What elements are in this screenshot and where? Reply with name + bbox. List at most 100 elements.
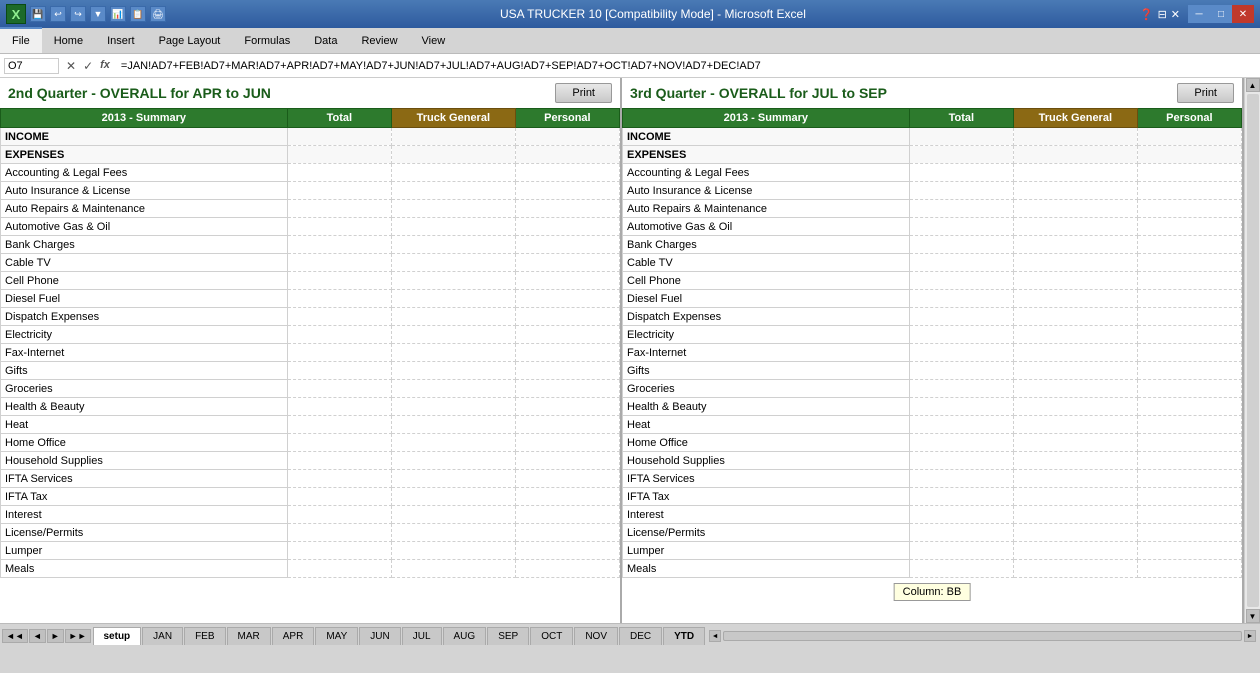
value-cell[interactable]: [1137, 164, 1241, 182]
value-cell[interactable]: [515, 200, 619, 218]
value-cell[interactable]: [1013, 164, 1137, 182]
value-cell[interactable]: [515, 218, 619, 236]
value-cell[interactable]: [1013, 200, 1137, 218]
value-cell[interactable]: [287, 542, 391, 560]
value-cell[interactable]: [515, 146, 619, 164]
sheet-tab-dec[interactable]: DEC: [619, 627, 662, 645]
quick-access-save[interactable]: 💾: [30, 6, 46, 22]
value-cell[interactable]: [909, 146, 1013, 164]
value-cell[interactable]: [515, 380, 619, 398]
sheet-tab-mar[interactable]: MAR: [227, 627, 271, 645]
value-cell[interactable]: [909, 164, 1013, 182]
value-cell[interactable]: [1137, 218, 1241, 236]
quarter-3-print-btn[interactable]: Print: [1177, 83, 1234, 103]
value-cell[interactable]: [909, 542, 1013, 560]
value-cell[interactable]: [515, 236, 619, 254]
help-icon[interactable]: ❓: [1140, 8, 1154, 21]
value-cell[interactable]: [515, 506, 619, 524]
value-cell[interactable]: [1013, 272, 1137, 290]
value-cell[interactable]: [1013, 128, 1137, 146]
value-cell[interactable]: [287, 470, 391, 488]
value-cell[interactable]: [515, 398, 619, 416]
value-cell[interactable]: [391, 128, 515, 146]
value-cell[interactable]: [391, 326, 515, 344]
value-cell[interactable]: [1013, 398, 1137, 416]
tab-data[interactable]: Data: [302, 28, 349, 53]
value-cell[interactable]: [391, 434, 515, 452]
formula-fx-btn[interactable]: fx: [97, 59, 113, 73]
value-cell[interactable]: [1013, 146, 1137, 164]
value-cell[interactable]: [287, 272, 391, 290]
value-cell[interactable]: [1013, 416, 1137, 434]
value-cell[interactable]: [391, 164, 515, 182]
value-cell[interactable]: [391, 200, 515, 218]
value-cell[interactable]: [1013, 560, 1137, 578]
value-cell[interactable]: [1013, 290, 1137, 308]
sheet-tab-oct[interactable]: OCT: [530, 627, 573, 645]
value-cell[interactable]: [391, 308, 515, 326]
value-cell[interactable]: [515, 470, 619, 488]
value-cell[interactable]: [391, 146, 515, 164]
value-cell[interactable]: [391, 560, 515, 578]
sheet-tab-aug[interactable]: AUG: [443, 627, 487, 645]
value-cell[interactable]: [1137, 146, 1241, 164]
value-cell[interactable]: [1013, 452, 1137, 470]
value-cell[interactable]: [909, 182, 1013, 200]
value-cell[interactable]: [287, 254, 391, 272]
value-cell[interactable]: [909, 398, 1013, 416]
value-cell[interactable]: [515, 308, 619, 326]
value-cell[interactable]: [391, 506, 515, 524]
value-cell[interactable]: [1137, 128, 1241, 146]
value-cell[interactable]: [1137, 560, 1241, 578]
value-cell[interactable]: [515, 416, 619, 434]
value-cell[interactable]: [1013, 308, 1137, 326]
value-cell[interactable]: [515, 560, 619, 578]
value-cell[interactable]: [1013, 380, 1137, 398]
value-cell[interactable]: [1013, 254, 1137, 272]
tab-insert[interactable]: Insert: [95, 28, 147, 53]
value-cell[interactable]: [1137, 452, 1241, 470]
value-cell[interactable]: [391, 344, 515, 362]
tab-home[interactable]: Home: [42, 28, 95, 53]
value-cell[interactable]: [909, 326, 1013, 344]
value-cell[interactable]: [287, 452, 391, 470]
formula-confirm-btn[interactable]: ✓: [80, 59, 96, 73]
value-cell[interactable]: [515, 362, 619, 380]
value-cell[interactable]: [515, 272, 619, 290]
value-cell[interactable]: [909, 254, 1013, 272]
value-cell[interactable]: [909, 272, 1013, 290]
sheet-tab-sep[interactable]: SEP: [487, 627, 529, 645]
quarter-2-print-btn[interactable]: Print: [555, 83, 612, 103]
sheet-tab-jul[interactable]: JUL: [402, 627, 442, 645]
value-cell[interactable]: [287, 416, 391, 434]
tab-page-layout[interactable]: Page Layout: [147, 28, 233, 53]
tab-navigation[interactable]: ◄◄ ◄ ► ►►: [2, 629, 91, 643]
tab-formulas[interactable]: Formulas: [232, 28, 302, 53]
sheet-tab-setup[interactable]: setup: [93, 627, 142, 645]
sheet-tab-may[interactable]: MAY: [315, 627, 358, 645]
value-cell[interactable]: [909, 290, 1013, 308]
value-cell[interactable]: [515, 254, 619, 272]
value-cell[interactable]: [1137, 398, 1241, 416]
value-cell[interactable]: [515, 434, 619, 452]
value-cell[interactable]: [287, 434, 391, 452]
value-cell[interactable]: [287, 488, 391, 506]
value-cell[interactable]: [909, 218, 1013, 236]
value-cell[interactable]: [287, 362, 391, 380]
value-cell[interactable]: [1137, 362, 1241, 380]
value-cell[interactable]: [391, 254, 515, 272]
sheet-tab-jun[interactable]: JUN: [359, 627, 400, 645]
value-cell[interactable]: [287, 200, 391, 218]
value-cell[interactable]: [287, 380, 391, 398]
value-cell[interactable]: [515, 128, 619, 146]
value-cell[interactable]: [1013, 344, 1137, 362]
value-cell[interactable]: [909, 380, 1013, 398]
value-cell[interactable]: [909, 470, 1013, 488]
value-cell[interactable]: [1137, 200, 1241, 218]
value-cell[interactable]: [909, 344, 1013, 362]
value-cell[interactable]: [1013, 434, 1137, 452]
cell-reference-box[interactable]: [4, 58, 59, 74]
value-cell[interactable]: [1013, 218, 1137, 236]
quick-access-redo[interactable]: ↪: [70, 6, 86, 22]
value-cell[interactable]: [391, 452, 515, 470]
